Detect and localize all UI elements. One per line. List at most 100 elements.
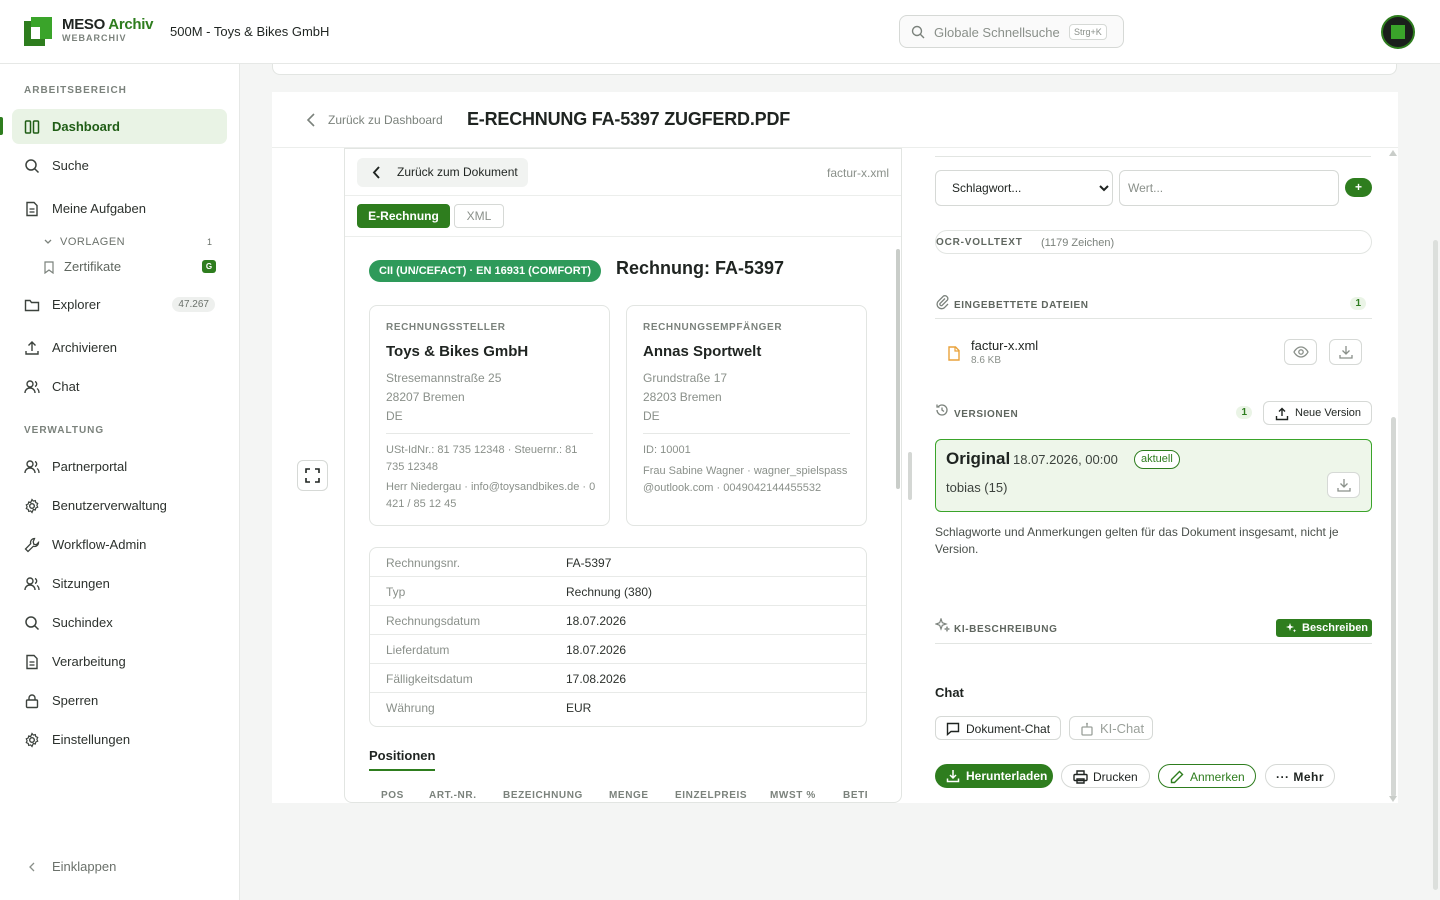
sidebar-item-label: Verarbeitung — [52, 654, 126, 669]
page-scrollbar[interactable] — [1433, 240, 1438, 890]
column-header: POS — [381, 790, 404, 801]
ai-description-label: KI-BESCHREIBUNG — [954, 624, 1058, 635]
fullscreen-button[interactable] — [297, 460, 328, 491]
ai-chat-button[interactable]: KI-Chat — [1069, 716, 1153, 740]
invoice-content[interactable]: CII (UN/CEFACT) · EN 16931 (COMFORT) Rec… — [345, 238, 901, 802]
column-header: BEZEICHNUNG — [503, 790, 583, 801]
search-shortcut: Strg+K — [1069, 24, 1107, 40]
brand-name: MESO — [62, 16, 105, 33]
table-row: Lieferdatum 18.07.2026 — [370, 635, 866, 664]
detail-value: Rechnung (380) — [566, 585, 653, 599]
brand: MESO Archiv WEBARCHIV — [62, 17, 153, 44]
sidebar-item-zertifikate[interactable]: Zertifikate G — [42, 258, 216, 276]
sidebar-item-sitzungen[interactable]: Sitzungen — [12, 566, 227, 601]
printer-icon — [1073, 770, 1088, 784]
document-icon — [24, 201, 40, 217]
invoice-details-table: Rechnungsnr. FA-5397 Typ Rechnung (380) Re… — [369, 547, 867, 727]
sidebar-item-suche[interactable]: Suche — [12, 148, 227, 183]
scroll-up-arrow-icon[interactable] — [1389, 150, 1397, 156]
detail-value: EUR — [566, 701, 592, 715]
divider — [386, 433, 593, 434]
sidebar-collapse-button[interactable]: Einklappen — [24, 858, 144, 876]
embedded-file-name: factur-x.xml — [826, 166, 889, 180]
embedded-file-name[interactable]: factur-x.xml — [971, 338, 1038, 353]
buyer-address: Grundstraße 17 28203 Bremen DE — [643, 369, 727, 426]
buyer-street: Grundstraße 17 — [643, 371, 728, 385]
sidebar-item-einstellungen[interactable]: Einstellungen — [12, 722, 227, 757]
seller-city: 28207 Bremen — [386, 390, 465, 404]
download-version-button[interactable] — [1327, 472, 1360, 498]
sidebar-item-explorer[interactable]: Explorer 47.267 — [12, 287, 227, 322]
splitter-handle[interactable] — [908, 452, 912, 500]
tab-xml[interactable]: XML — [454, 204, 504, 228]
meso-logo-icon[interactable] — [24, 17, 52, 46]
sidebar-templates-group[interactable]: VORLAGEN 1 — [44, 236, 216, 250]
embedded-files-label: EINGEBETTETE DATEIEN — [954, 300, 1089, 311]
sidebar-item-archivieren[interactable]: Archivieren — [12, 330, 227, 365]
seller-role: RECHNUNGSSTELLER — [386, 322, 506, 333]
history-icon — [936, 404, 948, 416]
print-button[interactable]: Drucken — [1061, 764, 1150, 788]
users-icon — [24, 379, 40, 395]
table-row: Rechnungsnr. FA-5397 — [370, 548, 866, 577]
viewer-scrollbar[interactable] — [896, 249, 900, 489]
users-icon — [24, 459, 40, 475]
sidebar-item-dashboard[interactable]: Dashboard — [12, 109, 227, 144]
global-search-input[interactable] — [934, 22, 1064, 42]
version-card-original[interactable]: Original 18.07.2026, 00:00 aktuell tobia… — [935, 439, 1372, 512]
document-header: Zurück zu Dashboard E-RECHNUNG FA-5397 Z… — [272, 92, 1398, 148]
buyer-card: RECHNUNGSEMPFÄNGER Annas Sportwelt Grund… — [626, 305, 867, 526]
avatar[interactable] — [1381, 15, 1415, 49]
preview-file-button[interactable] — [1284, 339, 1317, 365]
panel-scrollbar[interactable] — [1391, 417, 1396, 797]
sidebar-item-verarbeitung[interactable]: Verarbeitung — [12, 644, 227, 679]
lock-icon — [24, 693, 40, 709]
sparkle-icon — [935, 618, 950, 633]
search-icon — [24, 615, 40, 631]
back-link-label: Zurück zu Dashboard — [328, 113, 443, 127]
sidebar-item-partnerportal[interactable]: Partnerportal — [12, 449, 227, 484]
divider — [935, 156, 1371, 157]
sidebar-item-suchindex[interactable]: Suchindex — [12, 605, 227, 640]
scroll-down-arrow-icon[interactable] — [1389, 796, 1397, 802]
format-badge: CII (UN/CEFACT) · EN 16931 (COMFORT) — [369, 260, 602, 282]
annotate-button[interactable]: Anmerken — [1158, 764, 1256, 788]
tenant-name[interactable]: 500M - Toys & Bikes GmbH — [170, 24, 329, 39]
global-search[interactable]: Strg+K — [899, 15, 1124, 48]
document-chat-label: Dokument-Chat — [966, 722, 1051, 736]
back-to-document-button[interactable]: Zurück zum Dokument — [357, 158, 528, 187]
describe-button[interactable]: Beschreiben — [1276, 619, 1372, 637]
download-file-button[interactable] — [1329, 339, 1362, 365]
sidebar-item-label: Dashboard — [52, 119, 120, 134]
ocr-count: (1179 Zeichen) — [1041, 237, 1115, 249]
buyer-city: 28203 Bremen — [643, 390, 722, 404]
viewer-tabs: E-Rechnung XML — [345, 196, 901, 237]
sidebar-item-sperren[interactable]: Sperren — [12, 683, 227, 718]
embedded-files-header: EINGEBETTETE DATEIEN 1 — [935, 294, 1372, 314]
sidebar-item-label: Sperren — [52, 693, 99, 708]
describe-label: Beschreiben — [1302, 622, 1369, 634]
keyword-select[interactable]: Schlagwort... — [935, 170, 1113, 206]
column-header: BETRAG — [843, 790, 867, 801]
bookmark-icon — [44, 261, 54, 274]
ai-chat-label: KI-Chat — [1100, 721, 1145, 736]
add-keyword-button[interactable]: + — [1345, 178, 1372, 197]
sidebar-item-label: Partnerportal — [52, 459, 128, 474]
tab-e-rechnung[interactable]: E-Rechnung — [357, 204, 450, 228]
seller-address: Stresemannstraße 25 28207 Bremen DE — [386, 369, 501, 426]
sidebar-item-aufgaben[interactable]: Meine Aufgaben — [12, 191, 227, 226]
sidebar-item-chat[interactable]: Chat — [12, 369, 227, 404]
new-version-button[interactable]: Neue Version — [1263, 401, 1372, 425]
download-button[interactable]: Herunterladen — [935, 764, 1053, 788]
more-button[interactable]: ··· Mehr — [1265, 764, 1335, 788]
more-label: ··· Mehr — [1276, 770, 1324, 784]
ocr-fulltext-toggle[interactable]: OCR-VOLLTEXT (1179 Zeichen) — [935, 230, 1372, 254]
paperclip-icon — [936, 295, 949, 310]
version-note: Schlagworte und Anmerkungen gelten für d… — [935, 525, 1339, 556]
detail-key: Rechnungsdatum — [386, 614, 481, 628]
document-chat-button[interactable]: Dokument-Chat — [935, 716, 1061, 740]
sidebar-item-benutzerverwaltung[interactable]: Benutzerverwaltung — [12, 488, 227, 523]
keyword-value-input[interactable] — [1119, 170, 1339, 206]
templates-count: 1 — [206, 237, 212, 247]
sidebar-item-workflow-admin[interactable]: Workflow-Admin — [12, 527, 227, 562]
